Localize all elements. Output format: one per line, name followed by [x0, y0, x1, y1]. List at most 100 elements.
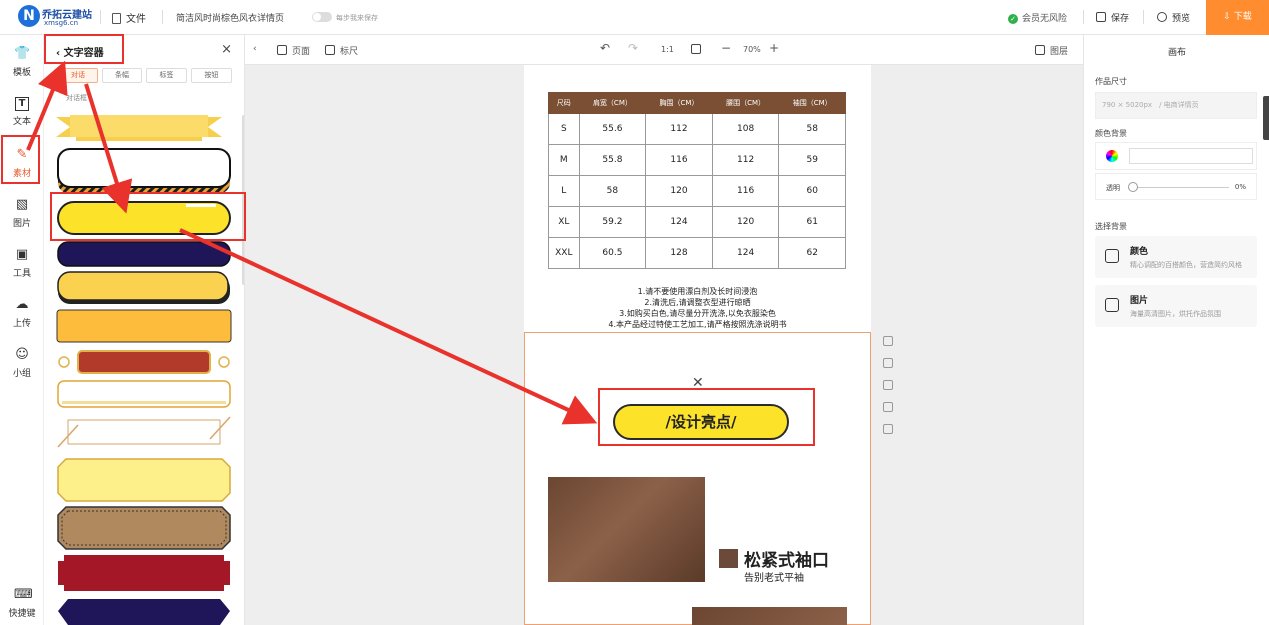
color-wheel-icon[interactable] — [1106, 150, 1118, 162]
table-row: L 58 120 116 60 — [548, 175, 846, 207]
material-panel: ‹ 文字容器 × 对话 条幅 标签 按钮 对话框 — [44, 35, 245, 625]
sidebar-item-label: 快捷键 — [8, 609, 36, 619]
material-slanted-frame[interactable] — [56, 415, 232, 449]
opacity-value: 0% — [1234, 183, 1246, 191]
sidebar-item-tools[interactable]: ▣ 工具 — [0, 247, 44, 279]
sidebar-item-group[interactable]: ☺ 小组 — [0, 347, 44, 379]
material-rect-orange[interactable] — [56, 309, 232, 345]
file-menu-button[interactable]: 文件 — [112, 10, 146, 25]
tab-tag[interactable]: 标签 — [146, 68, 187, 83]
material-pill-navy[interactable] — [56, 240, 232, 268]
tab-button[interactable]: 按钮 — [191, 68, 232, 83]
opacity-slider-handle[interactable] — [1128, 182, 1138, 192]
care-instructions[interactable]: 1.请不要使用漂白剂及长时间浸泡 2.清洗后,请调整衣型进行晾晒 3.如购买白色… — [524, 286, 871, 330]
delete-icon[interactable] — [883, 424, 893, 434]
care-line: 4.本产品经过特使工艺加工,请严格按照洗涤说明书 — [608, 320, 787, 329]
sidebar-item-upload[interactable]: ☁ 上传 — [0, 297, 44, 329]
sidebar-item-shortcuts[interactable]: ⌨ 快捷键 — [0, 587, 44, 619]
material-pill-yellow[interactable] — [56, 200, 232, 236]
design-highlight-button[interactable]: /设计亮点/ — [613, 404, 789, 440]
design-canvas[interactable]: 尺码 肩宽（CM） 胸围（CM） 腰围（CM） 袖围（CM） S 55.6 11… — [524, 65, 871, 625]
size-table[interactable]: 尺码 肩宽（CM） 胸围（CM） 腰围（CM） 袖围（CM） S 55.6 11… — [548, 92, 846, 269]
table-cell: 128 — [645, 237, 713, 269]
color-picker-row — [1095, 142, 1257, 170]
close-icon[interactable]: × — [221, 42, 232, 57]
align-icon[interactable] — [883, 402, 893, 412]
tab-banner[interactable]: 条幅 — [102, 68, 142, 83]
page-button[interactable]: 页面 — [277, 44, 310, 57]
preview-button[interactable]: 预览 — [1157, 11, 1190, 24]
coat-photo[interactable] — [692, 607, 847, 625]
redo-icon[interactable]: ↷ — [628, 41, 638, 55]
category-label: 对话框 — [66, 94, 87, 102]
color-input[interactable] — [1129, 148, 1253, 164]
panel-heading: 画布 — [1167, 48, 1186, 58]
material-cut-corner-tan[interactable] — [56, 505, 232, 551]
table-cell: 112 — [711, 144, 780, 176]
material-hex-navy[interactable] — [56, 597, 232, 625]
actual-size-button[interactable]: 1:1 — [661, 45, 674, 54]
select-bg-label: 选择背景 — [1095, 222, 1127, 231]
divider — [100, 10, 101, 24]
member-status[interactable]: ✓ 会员无风险 — [1008, 11, 1067, 24]
panel-title[interactable]: ‹ 文字容器 — [56, 44, 104, 59]
save-label: 保存 — [1111, 14, 1130, 24]
sidebar-item-materials[interactable]: ✎ 素材 — [0, 147, 44, 179]
size-label: 作品尺寸 — [1095, 77, 1127, 86]
card-description: 海量高清图片，烘托作品氛围 — [1130, 310, 1221, 318]
ruler-button[interactable]: 标尺 — [325, 44, 358, 57]
card-title: 颜色 — [1130, 247, 1149, 257]
divider — [1143, 10, 1144, 24]
back-icon[interactable]: ‹ — [56, 48, 60, 59]
material-rounded-white-striped[interactable] — [56, 147, 232, 195]
feature-subtitle[interactable]: 告别老式平袖 — [744, 569, 804, 584]
material-ornate-red[interactable] — [56, 348, 232, 376]
save-button[interactable]: 保存 — [1096, 11, 1129, 24]
file-label: 文件 — [126, 14, 146, 25]
bg-image-option[interactable]: 图片 海量高清图片，烘托作品氛围 — [1095, 285, 1257, 327]
collapse-panel-icon[interactable]: ‹ — [253, 44, 257, 54]
feature-title[interactable]: 松紧式袖口 — [744, 546, 829, 571]
panel-scrollbar[interactable] — [242, 115, 244, 285]
canvas-size-field[interactable]: 790 × 5020px / 电商详情页 — [1095, 92, 1257, 119]
move-handle-icon[interactable]: ✕ — [692, 375, 704, 391]
highlight-stripe — [750, 401, 778, 404]
tab-dialog[interactable]: 对话 — [58, 68, 98, 83]
material-notched-crimson[interactable] — [56, 553, 232, 593]
care-line: 3.如购买白色,请尽量分开洗涤,以免衣服染色 — [619, 309, 776, 318]
material-pill-gold[interactable] — [56, 270, 232, 306]
table-header: 肩宽（CM） — [578, 92, 647, 114]
table-cell: 59 — [778, 144, 846, 176]
fit-screen-icon[interactable] — [691, 44, 701, 56]
canvas-toolbar: ‹ 页面 标尺 ↶ ↷ 1:1 − 70% + 图层 — [245, 35, 1083, 65]
material-cut-corner-yellow[interactable] — [56, 457, 232, 503]
copy-icon[interactable] — [883, 380, 893, 390]
opacity-slider-track[interactable] — [1133, 187, 1229, 188]
bg-color-option[interactable]: 颜色 精心调配的百搭颜色，营造简约风格 — [1095, 236, 1257, 278]
zoom-in-button[interactable]: + — [769, 41, 779, 55]
material-outline-gold[interactable] — [56, 379, 232, 409]
document-title[interactable]: 简洁风时尚棕色风衣详情页 — [176, 11, 284, 24]
undo-icon[interactable]: ↶ — [600, 41, 610, 55]
autosave-toggle[interactable] — [312, 12, 332, 22]
layers-icon — [1035, 45, 1045, 55]
material-ribbon-yellow[interactable] — [56, 113, 222, 143]
add-section-icon[interactable] — [883, 336, 893, 346]
table-row: S 55.6 112 108 58 — [548, 113, 846, 145]
sidebar-item-label: 素材 — [12, 169, 31, 179]
ruler-icon — [325, 45, 335, 55]
divider — [1083, 10, 1084, 24]
layers-button[interactable]: 图层 — [1035, 44, 1068, 57]
panel-edge-tab[interactable] — [1263, 96, 1269, 140]
sidebar-item-images[interactable]: ▧ 图片 — [0, 197, 44, 229]
shirt-icon: 👕 — [14, 46, 31, 61]
download-button[interactable]: ⇩ 下载 — [1206, 0, 1269, 35]
table-header: 袖围（CM） — [778, 92, 846, 114]
sidebar-item-templates[interactable]: 👕 模板 — [0, 46, 44, 78]
move-down-icon[interactable] — [883, 358, 893, 368]
zoom-out-button[interactable]: − — [721, 41, 731, 55]
sleeve-photo[interactable] — [548, 477, 705, 582]
table-header: 胸围（CM） — [645, 92, 713, 114]
sidebar-item-text[interactable]: T 文本 — [0, 97, 44, 127]
logo: N — [18, 5, 40, 27]
